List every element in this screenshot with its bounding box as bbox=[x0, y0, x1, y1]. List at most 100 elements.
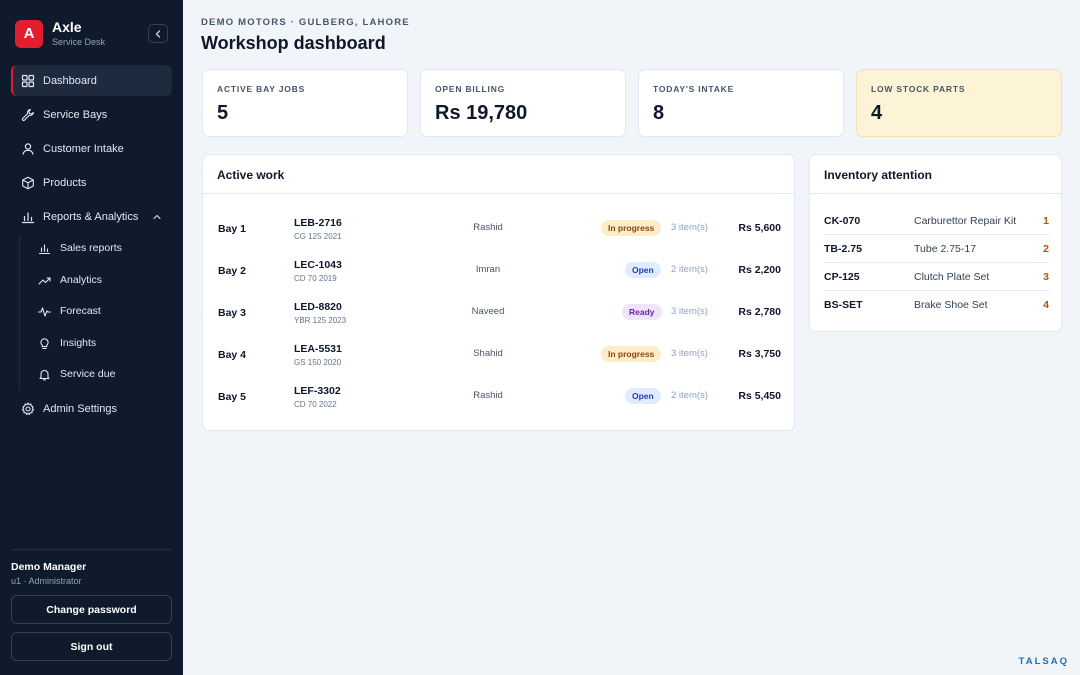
sidebar-item-label: Admin Settings bbox=[43, 402, 117, 415]
mechanic-name: Rashid bbox=[473, 222, 503, 233]
list-item[interactable]: CK-070 Carburettor Repair Kit 1 bbox=[824, 207, 1049, 235]
stat-card-open-billing: OPEN BILLING Rs 19,780 bbox=[420, 69, 626, 137]
bay-name: Bay 3 bbox=[218, 307, 247, 319]
part-code: BS-SET bbox=[824, 299, 863, 311]
sidebar-subitem-label: Sales reports bbox=[60, 242, 122, 254]
list-item[interactable]: CP-125 Clutch Plate Set 3 bbox=[824, 263, 1049, 291]
chevron-up-icon bbox=[153, 214, 161, 220]
bar-chart-icon bbox=[21, 210, 35, 224]
item-count: 3 item(s) bbox=[671, 306, 708, 317]
user-name: Demo Manager bbox=[11, 561, 87, 573]
brand-logo: A bbox=[15, 19, 43, 48]
stat-card-active-bay-jobs: ACTIVE BAY JOBS 5 bbox=[202, 69, 408, 137]
table-row[interactable]: Bay 1 LEB-2716 CG 125 2021 Rashid In pro… bbox=[203, 208, 796, 250]
page-title: Workshop dashboard bbox=[201, 33, 386, 53]
sidebar-item-dashboard[interactable]: Dashboard bbox=[11, 65, 172, 96]
sidebar-item-label: Dashboard bbox=[43, 74, 97, 87]
sidebar-divider bbox=[11, 549, 172, 550]
watermark: TALSAQ bbox=[1018, 656, 1069, 667]
sidebar-item-label: Products bbox=[43, 176, 87, 189]
sign-out-button[interactable]: Sign out bbox=[11, 632, 172, 661]
part-quantity: 2 bbox=[1043, 243, 1049, 255]
list-item[interactable]: BS-SET Brake Shoe Set 4 bbox=[824, 291, 1049, 319]
status-badge: Ready bbox=[622, 304, 662, 320]
part-quantity: 1 bbox=[1043, 215, 1049, 227]
status-badge: Open bbox=[625, 262, 661, 278]
status-badge: In progress bbox=[601, 346, 662, 362]
vehicle-model: CD 70 2022 bbox=[294, 400, 337, 409]
stat-value: 8 bbox=[653, 102, 665, 124]
sidebar-item-label: Reports & Analytics bbox=[43, 210, 139, 223]
plate-number: LEF-3302 bbox=[294, 385, 341, 397]
sidebar-subitem-forecast[interactable]: Forecast bbox=[30, 297, 170, 325]
sidebar-subitem-label: Insights bbox=[60, 337, 97, 349]
sidebar-item-service-bays[interactable]: Service Bays bbox=[11, 99, 172, 130]
part-code: TB-2.75 bbox=[824, 243, 862, 255]
part-name: Tube 2.75-17 bbox=[914, 243, 977, 255]
user-icon bbox=[21, 142, 35, 156]
chevron-left-icon bbox=[155, 29, 161, 38]
status-badge: In progress bbox=[601, 220, 662, 236]
sidebar-item-customer-intake[interactable]: Customer Intake bbox=[11, 133, 172, 164]
sidebar-subitem-label: Forecast bbox=[60, 305, 101, 317]
active-work-card: Active work Bay 1 LEB-2716 CG 125 2021 R… bbox=[202, 154, 795, 431]
vehicle-model: CG 125 2021 bbox=[294, 232, 342, 241]
collapse-sidebar-button[interactable] bbox=[148, 24, 168, 43]
part-name: Carburettor Repair Kit bbox=[914, 215, 1017, 227]
item-count: 2 item(s) bbox=[671, 390, 708, 401]
job-amount: Rs 3,750 bbox=[738, 348, 781, 360]
part-quantity: 4 bbox=[1043, 299, 1049, 311]
card-divider bbox=[203, 193, 794, 194]
part-code: CK-070 bbox=[824, 215, 861, 227]
part-quantity: 3 bbox=[1043, 271, 1049, 283]
plate-number: LED-8820 bbox=[294, 301, 342, 313]
sidebar-item-label: Service Bays bbox=[43, 108, 108, 121]
sidebar-subitem-label: Analytics bbox=[60, 274, 103, 286]
job-amount: Rs 5,600 bbox=[738, 222, 781, 234]
inventory-attention-card: Inventory attention CK-070 Carburettor R… bbox=[809, 154, 1062, 332]
item-count: 2 item(s) bbox=[671, 264, 708, 275]
box-icon bbox=[21, 176, 35, 190]
plate-number: LEB-2716 bbox=[294, 217, 342, 229]
sidebar-subitem-service-due[interactable]: Service due bbox=[30, 360, 170, 388]
vehicle-model: CD 70 2019 bbox=[294, 274, 337, 283]
mechanic-name: Naveed bbox=[471, 306, 505, 317]
job-amount: Rs 2,200 bbox=[738, 264, 781, 276]
status-badge: Open bbox=[625, 388, 661, 404]
part-name: Brake Shoe Set bbox=[914, 299, 988, 311]
job-amount: Rs 2,780 bbox=[738, 306, 781, 318]
brand-text: Axle Service Desk bbox=[52, 19, 105, 48]
table-row[interactable]: Bay 2 LEC-1043 CD 70 2019 Imran Open 2 i… bbox=[203, 250, 796, 292]
brand[interactable]: A Axle Service Desk bbox=[15, 19, 105, 48]
item-count: 3 item(s) bbox=[671, 348, 708, 359]
grid-icon bbox=[21, 74, 35, 88]
card-title: Inventory attention bbox=[824, 168, 933, 182]
table-row[interactable]: Bay 4 LEA-5531 GS 150 2020 Shahid In pro… bbox=[203, 334, 796, 376]
sidebar-item-products[interactable]: Products bbox=[11, 167, 172, 198]
workshop-location: DEMO MOTORS · GULBERG, LAHORE bbox=[201, 17, 410, 28]
submenu-guide-line bbox=[19, 235, 20, 390]
sidebar: A Axle Service Desk Dashboard Service Ba… bbox=[0, 0, 183, 675]
gear-icon bbox=[21, 401, 35, 416]
plate-number: LEA-5531 bbox=[294, 343, 342, 355]
sidebar-item-label: Customer Intake bbox=[43, 142, 124, 155]
part-name: Clutch Plate Set bbox=[914, 271, 990, 283]
stat-label: LOW STOCK PARTS bbox=[871, 84, 966, 94]
list-item[interactable]: TB-2.75 Tube 2.75-17 2 bbox=[824, 235, 1049, 263]
stat-label: OPEN BILLING bbox=[435, 84, 506, 94]
sidebar-subitem-analytics[interactable]: Analytics bbox=[30, 266, 170, 294]
stat-label: TODAY'S INTAKE bbox=[653, 84, 735, 94]
sidebar-subitem-sales-reports[interactable]: Sales reports bbox=[30, 234, 170, 262]
sidebar-item-admin-settings[interactable]: Admin Settings bbox=[11, 393, 172, 424]
change-password-button[interactable]: Change password bbox=[11, 595, 172, 624]
stat-label: ACTIVE BAY JOBS bbox=[217, 84, 306, 94]
sidebar-item-reports-analytics[interactable]: Reports & Analytics bbox=[11, 201, 172, 232]
table-row[interactable]: Bay 5 LEF-3302 CD 70 2022 Rashid Open 2 … bbox=[203, 376, 796, 418]
card-title: Active work bbox=[217, 168, 285, 182]
vehicle-model: YBR 125 2023 bbox=[294, 316, 347, 325]
wrench-icon bbox=[21, 108, 35, 122]
bay-name: Bay 4 bbox=[218, 349, 247, 361]
vehicle-model: GS 150 2020 bbox=[294, 358, 342, 367]
table-row[interactable]: Bay 3 LED-8820 YBR 125 2023 Naveed Ready… bbox=[203, 292, 796, 334]
sidebar-subitem-insights[interactable]: Insights bbox=[30, 329, 170, 357]
